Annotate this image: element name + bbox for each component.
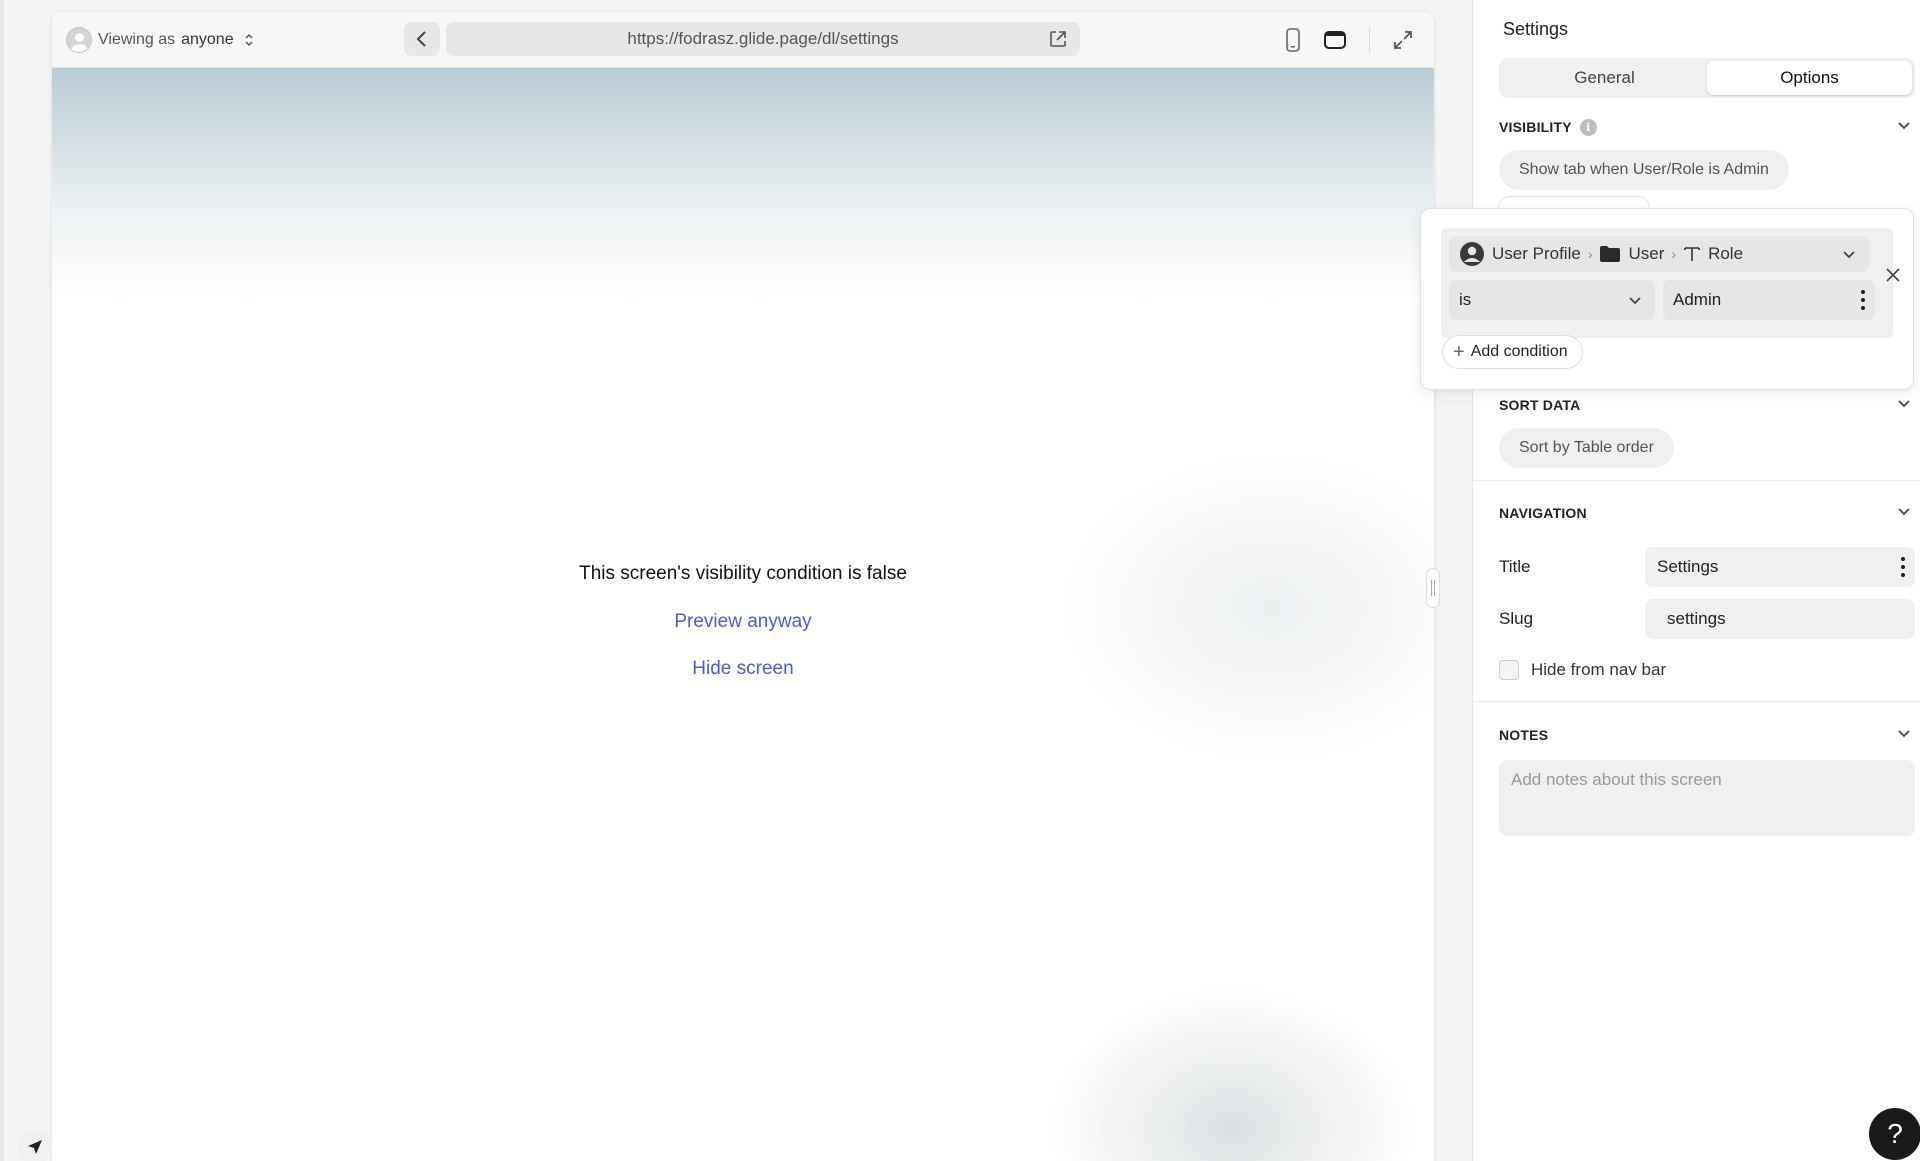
panel-tabs: General Options (1499, 58, 1915, 98)
settings-panel: Settings General Options VISIBILITY i Sh… (1472, 0, 1920, 1161)
up-down-chevron-icon (244, 32, 254, 48)
plus-icon: + (1453, 341, 1465, 363)
add-condition-label: Add condition (1470, 343, 1568, 360)
panel-title: Settings (1503, 19, 1569, 39)
tab-options[interactable]: Options (1707, 61, 1912, 95)
pointer-tool-button[interactable] (18, 1130, 52, 1161)
chevron-right-icon: › (1587, 246, 1593, 262)
visibility-heading: VISIBILITY (1499, 119, 1572, 135)
chevron-left-icon (416, 31, 426, 47)
hide-screen-link[interactable]: Hide screen (692, 658, 793, 679)
sort-data-heading: SORT DATA (1499, 397, 1581, 413)
user-avatar-icon (66, 27, 92, 53)
path-user: User (1628, 244, 1665, 263)
sort-order-pill[interactable]: Sort by Table order (1499, 428, 1674, 468)
slug-field[interactable]: settings (1645, 599, 1915, 639)
chevron-down-icon (1898, 400, 1910, 408)
notes-section-header[interactable]: NOTES (1499, 725, 1915, 745)
preview-toolbar: Viewing as anyone https://fodrasz.glide.… (52, 12, 1434, 68)
notes-heading: NOTES (1499, 727, 1549, 743)
visibility-section-header[interactable]: VISIBILITY i (1499, 117, 1915, 137)
operator-select[interactable]: is (1449, 280, 1655, 320)
resize-handle[interactable] (1426, 568, 1440, 608)
toolbar-divider (1369, 27, 1370, 53)
chevron-down-icon (1898, 730, 1910, 738)
preview-anyway-link[interactable]: Preview anyway (674, 611, 811, 632)
tab-general[interactable]: General (1502, 61, 1707, 95)
condition-value: Admin (1673, 290, 1722, 309)
phone-icon[interactable] (1285, 28, 1301, 52)
chevron-down-icon (1898, 508, 1910, 516)
help-button[interactable]: ? (1869, 1108, 1920, 1160)
preview-screen: This screen's visibility condition is fa… (52, 68, 1434, 1161)
path-role: Role (1708, 244, 1744, 263)
cursor-arrow-icon (28, 1140, 42, 1154)
text-type-icon (1684, 247, 1700, 261)
tablet-icon[interactable] (1323, 30, 1347, 50)
chevron-right-icon: › (1671, 246, 1677, 262)
hide-from-nav-label: Hide from nav bar (1531, 660, 1667, 679)
user-profile-icon (1460, 242, 1484, 266)
device-toggle-group (1285, 26, 1414, 54)
add-condition-button[interactable]: + Add condition (1442, 335, 1583, 369)
chevron-down-icon (1843, 251, 1855, 259)
chevron-down-icon (1629, 297, 1641, 305)
condition-popover: User Profile › User › Role is Admin + Ad… (1420, 208, 1914, 390)
navigation-heading: NAVIGATION (1499, 505, 1587, 521)
app-preview-frame: Viewing as anyone https://fodrasz.glide.… (52, 12, 1434, 1161)
url-text: https://fodrasz.glide.page/dl/settings (627, 29, 899, 48)
more-options-icon[interactable] (1901, 557, 1905, 577)
sort-data-section-header[interactable]: SORT DATA (1499, 395, 1915, 415)
condition-group: User Profile › User › Role is Admin (1441, 228, 1893, 338)
more-options-icon[interactable] (1861, 290, 1865, 310)
title-field[interactable]: Settings (1645, 547, 1915, 587)
section-divider (1473, 480, 1920, 481)
operator-value: is (1459, 290, 1472, 309)
close-icon[interactable] (1885, 267, 1901, 283)
expand-icon[interactable] (1392, 29, 1414, 51)
slug-label: Slug (1499, 609, 1534, 628)
open-external-icon[interactable] (1048, 29, 1068, 49)
folder-icon (1600, 246, 1621, 262)
slug-value: settings (1667, 609, 1726, 628)
path-user-profile: User Profile (1492, 244, 1581, 263)
navigation-section-header[interactable]: NAVIGATION (1499, 503, 1915, 523)
section-divider (1473, 701, 1920, 702)
column-path-selector[interactable]: User Profile › User › Role (1449, 236, 1869, 272)
info-icon[interactable]: i (1579, 118, 1597, 136)
title-label: Title (1499, 557, 1531, 576)
title-value: Settings (1657, 557, 1719, 576)
condition-value-input[interactable]: Admin (1663, 280, 1875, 320)
viewing-as-value: anyone (181, 31, 234, 48)
url-bar[interactable]: https://fodrasz.glide.page/dl/settings (446, 22, 1080, 56)
back-button[interactable] (404, 22, 440, 56)
canvas-area: Viewing as anyone https://fodrasz.glide.… (0, 0, 1472, 1161)
viewing-as-prefix: Viewing as (98, 31, 176, 48)
hide-from-nav-checkbox[interactable] (1499, 660, 1519, 680)
viewing-as-selector[interactable]: Viewing as anyone (66, 27, 254, 53)
notes-textarea[interactable]: Add notes about this screen (1499, 760, 1915, 836)
visibility-message: This screen's visibility condition is fa… (579, 563, 907, 584)
chevron-down-icon (1898, 122, 1910, 130)
visibility-rule-pill[interactable]: Show tab when User/Role is Admin (1499, 150, 1789, 190)
